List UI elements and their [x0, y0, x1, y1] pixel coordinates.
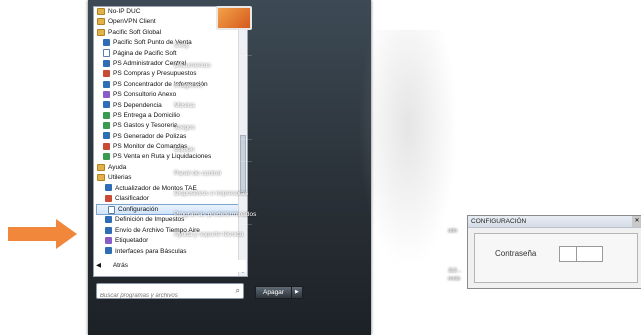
program-item[interactable]: Utilerias: [94, 173, 247, 183]
folder-icon: [97, 163, 105, 171]
back-label: Atrás: [112, 262, 128, 269]
search-icon[interactable]: ⌕: [236, 286, 240, 296]
program-icon: [103, 142, 110, 150]
program-icon: [105, 226, 112, 234]
program-icon: [103, 153, 110, 161]
program-label: PS Consultorio Anexo: [113, 91, 177, 99]
search-box[interactable]: ⌕: [96, 283, 244, 303]
program-item[interactable]: PS Dependencia: [94, 101, 247, 111]
program-item[interactable]: PS Administrador Central: [94, 59, 247, 69]
program-label: OpenVPN Client: [108, 18, 156, 26]
program-item[interactable]: Interfaces para Básculas: [94, 247, 247, 257]
program-label: PS Dependencia: [113, 101, 162, 109]
password-label: Contraseña: [495, 249, 537, 258]
program-label: Página de Pacific Soft: [113, 49, 177, 57]
shutdown-button[interactable]: Apagar: [255, 285, 292, 299]
program-item[interactable]: Pacific Soft Punto de Venta: [94, 38, 247, 48]
program-item[interactable]: PS Generador de Polizas: [94, 132, 247, 142]
program-item[interactable]: PS Concentrador de Información: [94, 80, 247, 90]
back-arrow-icon: ◀: [96, 262, 101, 269]
right-menu-item[interactable]: Cecy: [174, 42, 189, 49]
separator: [172, 224, 252, 225]
separator: [172, 55, 252, 56]
configuration-dialog: CONFIGURACIÓN ✕ Contraseña: [467, 215, 641, 289]
program-item[interactable]: PS Consultorio Anexo: [94, 90, 247, 100]
background-text: recto: [448, 276, 461, 282]
program-item[interactable]: PS Monitor de Comandas: [94, 142, 247, 152]
user-picture[interactable]: [216, 6, 252, 30]
program-item[interactable]: PS Compras y Presupuestos: [94, 69, 247, 79]
right-menu-item[interactable]: Equipo: [174, 146, 194, 153]
password-field[interactable]: [559, 246, 603, 262]
background-image: [358, 30, 458, 270]
program-label: Pacific Soft Global: [108, 28, 162, 36]
separator: [172, 161, 252, 162]
pointer-arrow-icon: [8, 219, 77, 249]
program-icon: [103, 122, 110, 130]
program-label: Ayuda: [108, 163, 127, 171]
shutdown-options-icon[interactable]: ▶: [291, 285, 303, 299]
right-menu-item[interactable]: Documentos: [174, 62, 211, 69]
program-icon: [103, 111, 110, 119]
right-menu-item[interactable]: Dispositivos e impresoras: [174, 190, 248, 197]
program-icon: [103, 59, 110, 67]
program-item[interactable]: PS Entrega a Domicilio: [94, 111, 247, 121]
program-label: Utilerias: [108, 174, 132, 182]
dialog-panel: Contraseña: [474, 233, 638, 283]
program-label: No-IP DUC: [108, 8, 141, 15]
program-label: PS Compras y Presupuestos: [113, 70, 197, 78]
search-input[interactable]: [97, 289, 223, 303]
program-label: PS Gastos y Tesoreria: [113, 122, 178, 130]
program-item[interactable]: Página de Pacific Soft: [94, 48, 247, 59]
program-item[interactable]: Ayuda: [94, 163, 247, 173]
program-icon: [103, 80, 110, 88]
background-text: 112...: [448, 268, 462, 274]
scroll-thumb[interactable]: [240, 135, 246, 193]
right-menu-item[interactable]: Panel de control: [174, 170, 221, 177]
program-icon: [105, 216, 112, 224]
background-text: ado: [448, 228, 458, 234]
program-label: Clasificador: [115, 195, 149, 203]
program-icon: [103, 38, 110, 46]
program-label: PS Venta en Ruta y Liquidaciones: [113, 153, 212, 161]
right-menu-item[interactable]: Imágenes: [174, 82, 203, 89]
folder-icon: [97, 28, 105, 36]
program-icon: [108, 205, 115, 214]
right-menu-item[interactable]: Ayuda y soporte técnico: [174, 231, 243, 238]
program-icon: [105, 194, 112, 202]
start-menu: No-IP DUC OpenVPN Client Pacific Soft Glob…: [88, 0, 461, 335]
program-icon: [105, 236, 112, 244]
dialog-title: CONFIGURACIÓN: [468, 216, 641, 228]
program-icon: [103, 90, 110, 98]
program-item[interactable]: PS Gastos y Tesoreria: [94, 121, 247, 131]
program-label: Configuración: [118, 206, 159, 214]
program-icon: [105, 184, 112, 192]
folder-icon: [97, 18, 105, 26]
program-icon: [103, 101, 110, 109]
folder-icon: [97, 7, 105, 15]
program-label: Etiquetador: [115, 237, 149, 245]
right-menu-item[interactable]: Juegos: [174, 124, 195, 131]
program-icon: [103, 70, 110, 78]
program-label: PS Entrega a Domicilio: [113, 111, 180, 119]
shutdown-group: Apagar ▶: [255, 285, 303, 299]
separator: [172, 139, 252, 140]
right-menu-item[interactable]: Música: [174, 102, 195, 109]
right-menu-item[interactable]: Programas predeterminados: [174, 211, 256, 218]
folder-icon: [97, 174, 105, 182]
program-label: Interfaces para Básculas: [115, 247, 187, 255]
close-icon[interactable]: ✕: [632, 216, 641, 227]
program-icon: [103, 48, 110, 57]
program-icon: [105, 247, 112, 255]
program-icon: [103, 132, 110, 140]
back-button[interactable]: ◀ Atrás: [96, 260, 246, 272]
